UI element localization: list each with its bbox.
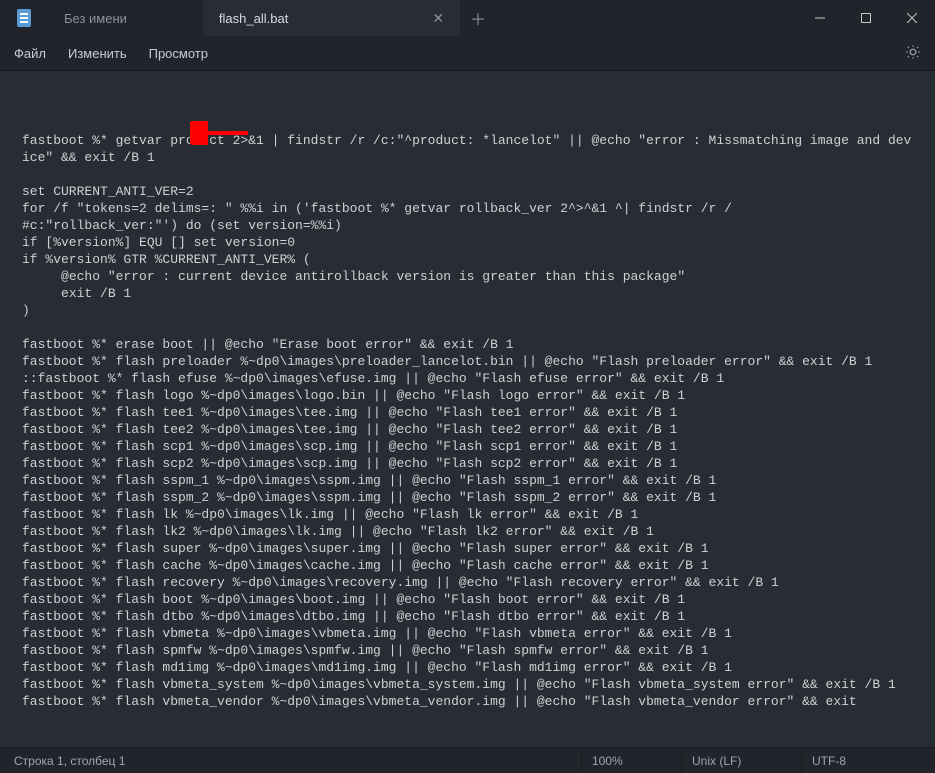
maximize-button[interactable] (843, 0, 889, 36)
code-line[interactable]: fastboot %* flash tee2 %~dp0\images\tee.… (22, 421, 919, 438)
code-line[interactable]: fastboot %* getvar product 2>&1 | findst… (22, 132, 919, 166)
statusbar: Строка 1, столбец 1 100% Unix (LF) UTF-8 (0, 747, 935, 773)
code-line[interactable]: fastboot %* flash super %~dp0\images\sup… (22, 540, 919, 557)
minimize-button[interactable] (797, 0, 843, 36)
code-line[interactable]: fastboot %* flash cache %~dp0\images\cac… (22, 557, 919, 574)
code-line[interactable]: exit /B 1 (22, 285, 919, 302)
menu-view[interactable]: Просмотр (149, 46, 208, 61)
tab-flash-all[interactable]: flash_all.bat ✕ (203, 0, 460, 36)
code-line[interactable]: ::fastboot %* flash efuse %~dp0\images\e… (22, 370, 919, 387)
code-line[interactable]: fastboot %* flash vbmeta %~dp0\images\vb… (22, 625, 919, 642)
code-line[interactable] (22, 319, 919, 336)
tabs-container: flash_all.bat ✕ ＋ (143, 0, 797, 36)
code-line[interactable]: fastboot %* flash lk2 %~dp0\images\lk.im… (22, 523, 919, 540)
code-line[interactable]: fastboot %* flash sspm_2 %~dp0\images\ss… (22, 489, 919, 506)
code-line[interactable]: @echo "error : current device antirollba… (22, 268, 919, 285)
gear-icon (905, 44, 921, 60)
app-icon (0, 0, 48, 36)
status-zoom[interactable]: 100% (581, 748, 681, 773)
status-position[interactable]: Строка 1, столбец 1 (14, 754, 145, 768)
tab-untitled[interactable]: Без имени (48, 0, 143, 36)
code-line[interactable]: fastboot %* flash vbmeta_vendor %~dp0\im… (22, 693, 919, 710)
code-line[interactable]: fastboot %* flash lk %~dp0\images\lk.img… (22, 506, 919, 523)
code-line[interactable]: #c:"rollback_ver:"') do (set version=%%i… (22, 217, 919, 234)
titlebar[interactable]: Без имени flash_all.bat ✕ ＋ (0, 0, 935, 36)
editor-area[interactable]: fastboot %* getvar product 2>&1 | findst… (0, 71, 935, 747)
new-tab-button[interactable]: ＋ (460, 0, 496, 36)
app-window: Без имени flash_all.bat ✕ ＋ Файл Измени (0, 0, 935, 773)
code-line[interactable]: fastboot %* flash tee1 %~dp0\images\tee.… (22, 404, 919, 421)
code-line[interactable]: fastboot %* flash spmfw %~dp0\images\spm… (22, 642, 919, 659)
code-line[interactable]: fastboot %* flash sspm_1 %~dp0\images\ss… (22, 472, 919, 489)
close-icon[interactable]: ✕ (432, 11, 444, 25)
window-controls (797, 0, 935, 36)
menubar: Файл Изменить Просмотр (0, 36, 935, 70)
settings-button[interactable] (905, 44, 921, 63)
code-line[interactable]: fastboot %* flash dtbo %~dp0\images\dtbo… (22, 608, 919, 625)
close-button[interactable] (889, 0, 935, 36)
menu-edit[interactable]: Изменить (68, 46, 127, 61)
code-line[interactable]: fastboot %* flash recovery %~dp0\images\… (22, 574, 919, 591)
status-encoding[interactable]: UTF-8 (801, 748, 921, 773)
code-line[interactable]: set CURRENT_ANTI_VER=2 (22, 183, 919, 200)
code-line[interactable]: if %version% GTR %CURRENT_ANTI_VER% ( (22, 251, 919, 268)
code-line[interactable]: fastboot %* flash scp2 %~dp0\images\scp.… (22, 455, 919, 472)
code-line[interactable]: fastboot %* flash vbmeta_system %~dp0\im… (22, 676, 919, 693)
tab-label: Без имени (64, 11, 127, 26)
code-line[interactable]: fastboot %* erase boot || @echo "Erase b… (22, 336, 919, 353)
code-line[interactable]: fastboot %* flash preloader %~dp0\images… (22, 353, 919, 370)
code-line[interactable]: ) (22, 302, 919, 319)
code-line[interactable]: fastboot %* flash logo %~dp0\images\logo… (22, 387, 919, 404)
code-line[interactable]: fastboot %* flash md1img %~dp0\images\md… (22, 659, 919, 676)
code-line[interactable]: fastboot %* flash boot %~dp0\images\boot… (22, 591, 919, 608)
code-line[interactable]: fastboot %* flash scp1 %~dp0\images\scp.… (22, 438, 919, 455)
status-eol[interactable]: Unix (LF) (681, 748, 801, 773)
tab-label: flash_all.bat (219, 11, 288, 26)
code-line[interactable]: for /f "tokens=2 delims=: " %%i in ('fas… (22, 200, 919, 217)
menu-file[interactable]: Файл (14, 46, 46, 61)
code-line[interactable] (22, 166, 919, 183)
code-line[interactable]: if [%version%] EQU [] set version=0 (22, 234, 919, 251)
